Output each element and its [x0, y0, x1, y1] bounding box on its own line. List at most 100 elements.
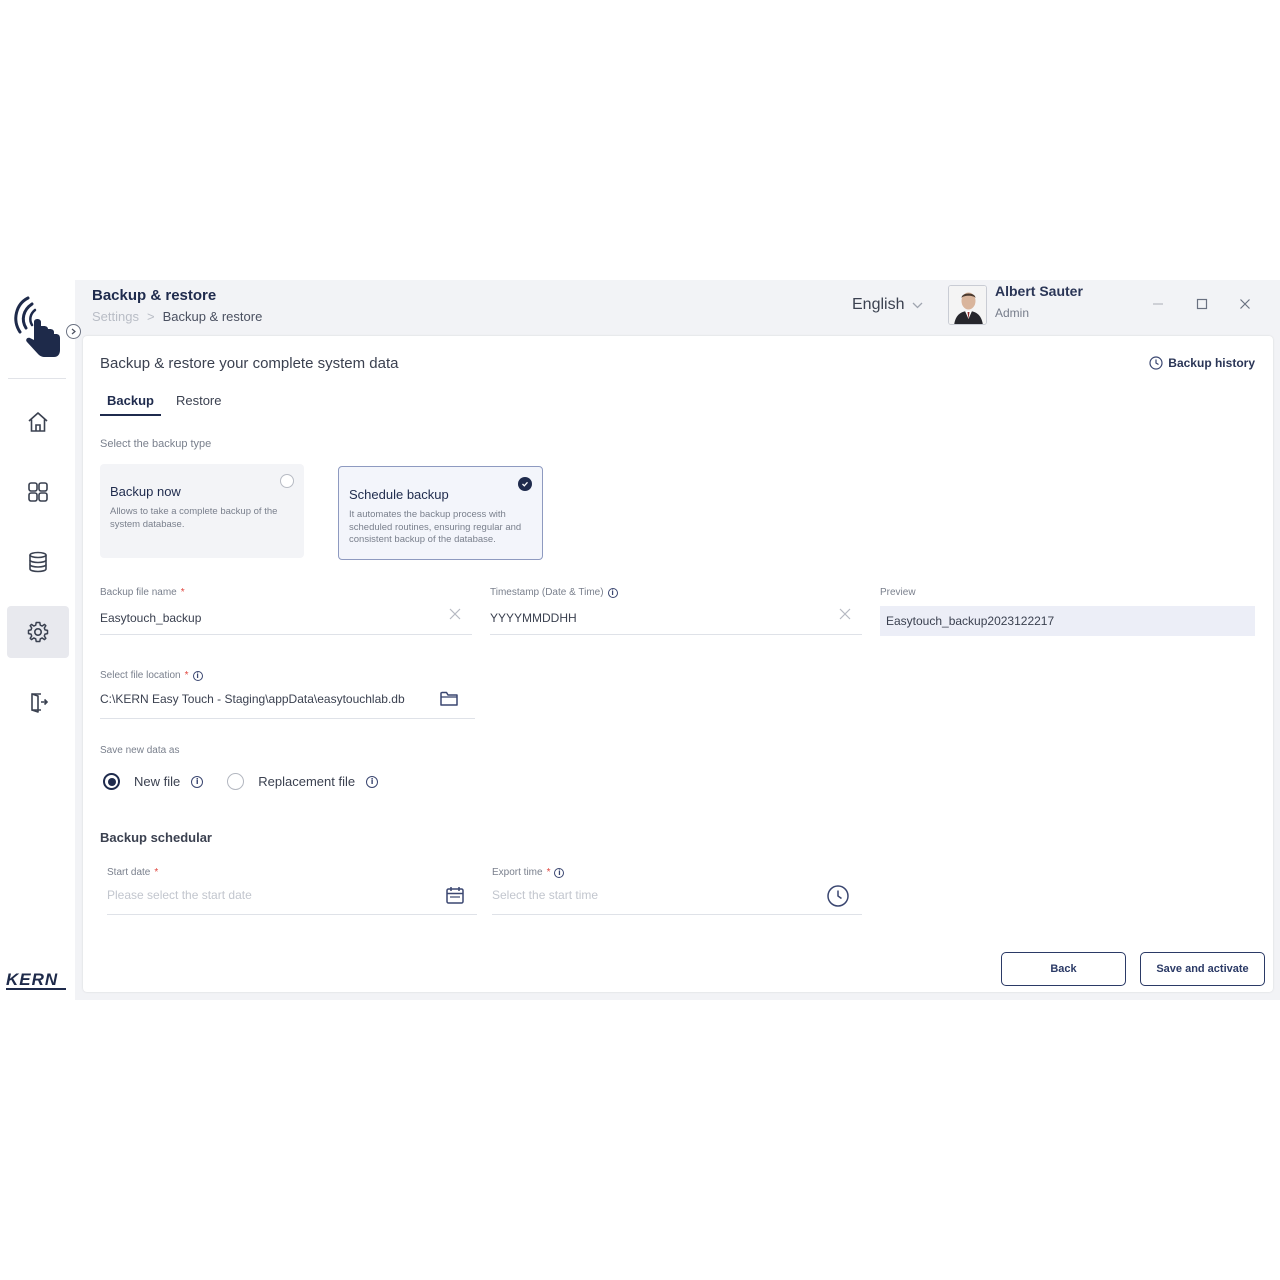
- chevron-right-icon: [71, 328, 76, 335]
- calendar-icon: [446, 887, 464, 904]
- database-icon: [29, 551, 47, 573]
- breadcrumb-settings[interactable]: Settings: [92, 309, 139, 324]
- tab-restore[interactable]: Restore: [169, 393, 229, 416]
- schedule-backup-title: Schedule backup: [349, 487, 449, 502]
- schedule-backup-radio[interactable]: [518, 477, 532, 491]
- start-date-label: Start date *: [107, 867, 158, 878]
- sidebar-item-logout[interactable]: [7, 676, 69, 728]
- clock-icon: [827, 885, 849, 907]
- info-icon[interactable]: i: [607, 587, 618, 598]
- home-icon: [28, 412, 48, 432]
- export-time-placeholder: Select the start time: [492, 888, 599, 902]
- user-photo-icon: [949, 286, 986, 324]
- language-selector[interactable]: English: [852, 296, 923, 314]
- timestamp-input[interactable]: YYYYMMDDHH: [490, 605, 862, 635]
- minimize-icon: [1153, 303, 1163, 305]
- grid-icon: [28, 482, 48, 502]
- kern-brand-underline: [6, 988, 66, 990]
- info-icon[interactable]: i: [554, 867, 565, 878]
- timestamp-label-text: Timestamp (Date & Time): [490, 587, 604, 598]
- breadcrumb: Settings > Backup & restore: [92, 309, 262, 324]
- timestamp-label: Timestamp (Date & Time) i: [490, 587, 618, 598]
- breadcrumb-separator: >: [146, 309, 155, 324]
- close-icon: [1240, 299, 1250, 309]
- required-marker: *: [180, 587, 185, 598]
- required-marker: *: [154, 867, 159, 878]
- page-title: Backup & restore: [92, 287, 217, 304]
- file-location-value: C:\KERN Easy Touch - Staging\appData\eas…: [100, 692, 405, 706]
- export-time-label: Export time * i: [492, 867, 565, 878]
- sidebar-item-settings[interactable]: [7, 606, 69, 658]
- logout-icon: [31, 693, 49, 713]
- sidebar-item-dashboard[interactable]: [7, 466, 69, 518]
- export-time-input[interactable]: Select the start time: [492, 882, 862, 915]
- info-icon[interactable]: i: [191, 775, 204, 788]
- backup-now-description: Allows to take a complete backup of the …: [110, 506, 278, 530]
- new-file-label[interactable]: New file: [134, 774, 180, 789]
- file-name-label-text: Backup file name: [100, 587, 177, 598]
- schedule-backup-option[interactable]: Schedule backup It automates the backup …: [338, 466, 543, 560]
- info-icon[interactable]: i: [366, 775, 379, 788]
- backup-now-title: Backup now: [110, 484, 181, 499]
- user-name: Albert Sauter: [995, 283, 1083, 299]
- tab-bar: Backup Restore: [100, 393, 229, 416]
- avatar[interactable]: [948, 285, 987, 325]
- sidebar-item-database[interactable]: [7, 536, 69, 588]
- sidebar-expand-button[interactable]: [66, 324, 81, 339]
- start-date-placeholder: Please select the start date: [107, 888, 252, 902]
- file-name-label: Backup file name *: [100, 587, 185, 598]
- scheduler-heading: Backup schedular: [100, 830, 212, 845]
- sidebar: KERN: [0, 280, 81, 1000]
- schedule-backup-description: It automates the backup process with sch…: [349, 509, 522, 545]
- preview-value: Easytouch_backup2023122217: [886, 614, 1055, 628]
- browse-folder-button[interactable]: [439, 688, 459, 713]
- backup-history-label: Backup history: [1168, 356, 1255, 370]
- save-as-options: New file i Replacement file i: [103, 773, 379, 790]
- maximize-button[interactable]: [1192, 294, 1212, 314]
- card-heading: Backup & restore your complete system da…: [100, 355, 399, 372]
- clear-icon: [449, 608, 461, 620]
- file-location-label: Select file location * i: [100, 670, 203, 681]
- info-icon[interactable]: i: [192, 670, 203, 681]
- save-as-label: Save new data as: [100, 745, 180, 756]
- timestamp-value: YYYYMMDDHH: [490, 611, 577, 625]
- backup-type-label: Select the backup type: [100, 438, 212, 450]
- chevron-down-icon: [913, 302, 923, 308]
- back-button[interactable]: Back: [1001, 952, 1126, 986]
- minimize-button[interactable]: [1148, 294, 1168, 314]
- new-file-radio[interactable]: [103, 773, 120, 790]
- required-marker: *: [546, 867, 551, 878]
- clear-icon: [839, 608, 851, 620]
- close-window-button[interactable]: [1235, 294, 1255, 314]
- clear-file-name-button[interactable]: [448, 607, 462, 626]
- file-location-input[interactable]: C:\KERN Easy Touch - Staging\appData\eas…: [100, 686, 475, 719]
- clock-history-icon: [1149, 356, 1163, 370]
- user-role: Admin: [995, 306, 1030, 320]
- save-and-activate-button[interactable]: Save and activate: [1140, 952, 1265, 986]
- app-window: KERN Backup & restore Settings > Backup …: [0, 280, 1280, 1000]
- start-date-input[interactable]: Please select the start date: [107, 882, 477, 915]
- replacement-file-label[interactable]: Replacement file: [258, 774, 355, 789]
- time-picker-button[interactable]: [826, 884, 850, 913]
- sidebar-item-home[interactable]: [7, 396, 69, 448]
- backup-now-radio[interactable]: [280, 474, 294, 488]
- start-date-label-text: Start date: [107, 867, 151, 878]
- file-name-value: Easytouch_backup: [100, 611, 202, 625]
- preview-field: Easytouch_backup2023122217: [880, 606, 1255, 636]
- required-marker: *: [184, 670, 189, 681]
- backup-history-link[interactable]: Backup history: [1149, 356, 1255, 370]
- sidebar-divider: [8, 378, 66, 379]
- preview-label: Preview: [880, 587, 916, 598]
- tab-backup[interactable]: Backup: [100, 393, 161, 416]
- gear-icon: [27, 621, 49, 643]
- backup-card: Backup & restore your complete system da…: [83, 336, 1273, 992]
- backup-now-option[interactable]: Backup now Allows to take a complete bac…: [100, 464, 304, 558]
- breadcrumb-current: Backup & restore: [162, 309, 263, 324]
- top-header: Backup & restore Settings > Backup & res…: [75, 280, 1280, 336]
- file-name-input[interactable]: Easytouch_backup: [100, 605, 472, 635]
- export-time-label-text: Export time: [492, 867, 543, 878]
- clear-timestamp-button[interactable]: [838, 607, 852, 626]
- file-location-label-text: Select file location: [100, 670, 181, 681]
- calendar-button[interactable]: [445, 885, 465, 910]
- replacement-file-radio[interactable]: [227, 773, 245, 790]
